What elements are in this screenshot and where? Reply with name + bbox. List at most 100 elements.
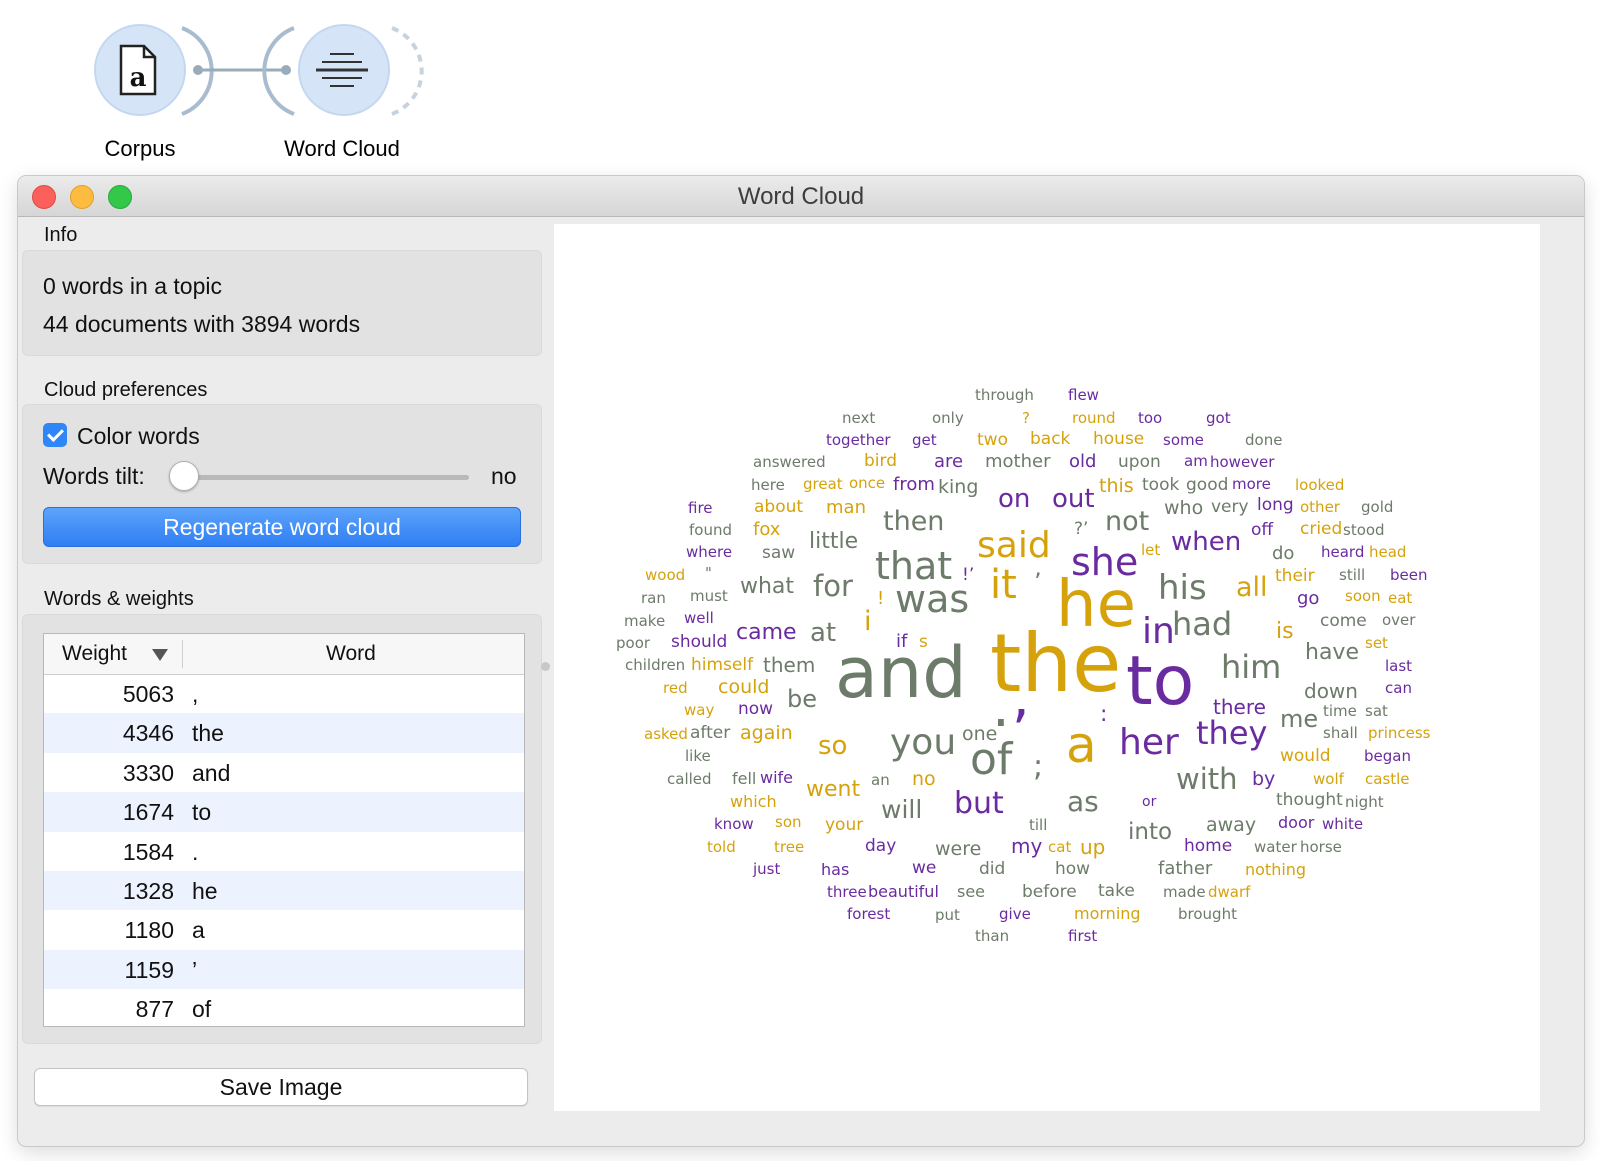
cloud-word: were [935,838,982,860]
cloud-word: white [1322,815,1364,833]
cloud-word: take [1098,881,1135,901]
cloud-word: ; [1033,749,1044,784]
cloud-word: great [803,475,843,493]
cloud-word: cat [1048,838,1072,856]
cloud-word: set [1365,634,1388,652]
cloud-word: way [684,701,715,719]
cloud-word: still [1339,566,1366,584]
table-row[interactable]: 1180 a [44,910,524,949]
cloud-word: brought [1178,905,1237,923]
table-row[interactable]: 877 of [44,989,524,1026]
cloud-word: came [736,620,797,645]
cloud-word: have [1305,640,1359,665]
cloud-word: an [871,771,890,789]
cloud-word: too [1138,409,1163,427]
save-image-button[interactable]: Save Image [34,1068,528,1106]
cloud-word: was [895,577,970,621]
cloud-word: water [1254,838,1297,856]
cloud-word: should [671,632,728,652]
weight-column-header[interactable]: Weight [62,642,127,666]
cloud-word: found [689,521,732,539]
cloud-word: : [1100,702,1108,727]
cloud-word: asked [644,725,688,743]
words-tilt-label: Words tilt: [43,463,145,489]
cloud-word: last [1385,657,1413,675]
cloud-word: them [763,653,816,677]
cloud-word: told [707,838,736,856]
panel-splitter-handle[interactable] [541,662,550,671]
cloud-word: fire [688,499,713,517]
table-row[interactable]: 4346 the [44,713,524,753]
window-title: Word Cloud [737,183,865,210]
words-weights-box: Weight Word 5063, 4346 the 3330 and 1674 to 158… [22,614,542,1044]
cloud-word: house [1093,429,1145,449]
cloud-word: your [825,815,864,835]
cloud-word: who [1164,497,1204,519]
weight-cell: 877 [135,996,174,1023]
color-words-checkbox[interactable] [43,423,67,447]
cloud-word: come [1320,611,1367,631]
sort-descending-icon[interactable] [152,649,168,661]
regenerate-word-cloud-button[interactable]: Regenerate word cloud [43,507,521,547]
cloud-word: once [849,474,886,492]
cloud-word: good [1186,475,1229,495]
words-tilt-slider-handle[interactable] [169,461,199,491]
cloud-word: cried [1300,519,1343,539]
cloud-word: with [1176,762,1238,796]
cloud-preferences-box: Color words Words tilt: no Regenerate wo… [22,404,542,564]
cloud-word: however [1210,453,1275,471]
cloud-word: soon [1345,587,1381,605]
cloud-word: ’ [1034,568,1042,596]
table-row[interactable]: 3330 and [44,753,524,792]
cloud-word: fox [753,519,781,540]
cloud-word: to [1126,642,1195,721]
cloud-word: no [912,768,936,790]
cloud-word: wolf [1313,770,1344,788]
table-row[interactable]: 1584. [44,832,524,871]
word-cell: , [192,681,199,707]
cloud-word: very [1211,497,1249,517]
info-documents: 44 documents with 3894 words [43,311,361,337]
table-row[interactable]: 1159 ’ [44,949,524,990]
cloud-word: father [1158,858,1213,879]
word-cloud-icon [316,53,368,87]
word-cell: a [192,917,205,944]
cloud-word: mother [985,451,1051,472]
cloud-word: round [1072,409,1116,427]
cloud-word: day [865,836,897,856]
cloud-word: up [1080,835,1106,859]
cloud-word: ?’ [1074,519,1089,539]
cloud-word: went [806,777,861,802]
table-row[interactable]: 1674 to [44,792,524,832]
weight-cell: 1584 [122,838,174,865]
table-row[interactable]: 5063, [44,674,524,713]
table-row[interactable]: 1328 he [44,871,524,911]
cloud-word: over [1382,611,1416,629]
word-column-header[interactable]: Word [326,642,376,666]
cloud-word: some [1163,431,1204,449]
cloud-word: like [685,747,711,765]
cloud-word: we [912,858,937,878]
cloud-word: give [999,905,1031,923]
cloud-word: fell [732,769,757,788]
cloud-word: then [883,506,945,537]
words-tilt-slider-track[interactable] [171,475,469,480]
word-cloud-node[interactable]: Word Cloud [242,14,442,164]
cloud-word: shall [1323,724,1358,742]
cloud-word: after [690,723,731,743]
cloud-word: more [1232,475,1271,493]
cloud-word: all [1236,572,1268,603]
word-cloud-canvas: through flew next only? round too got together g… [554,224,1540,1111]
weight-cell: 1180 [124,917,174,944]
cloud-word: first [1068,927,1098,945]
title-bar[interactable]: Word Cloud [18,176,1584,217]
cloud-word: by [1252,768,1276,790]
cloud-word: you [890,722,957,763]
cloud-word: here [751,476,785,494]
cloud-word: door [1278,813,1315,832]
cloud-word: before [1022,882,1077,902]
cloud-word: but [954,786,1004,821]
cloud-word: forest [847,905,891,923]
cloud-word: let [1141,541,1161,559]
color-words-label[interactable]: Color words [77,423,200,450]
